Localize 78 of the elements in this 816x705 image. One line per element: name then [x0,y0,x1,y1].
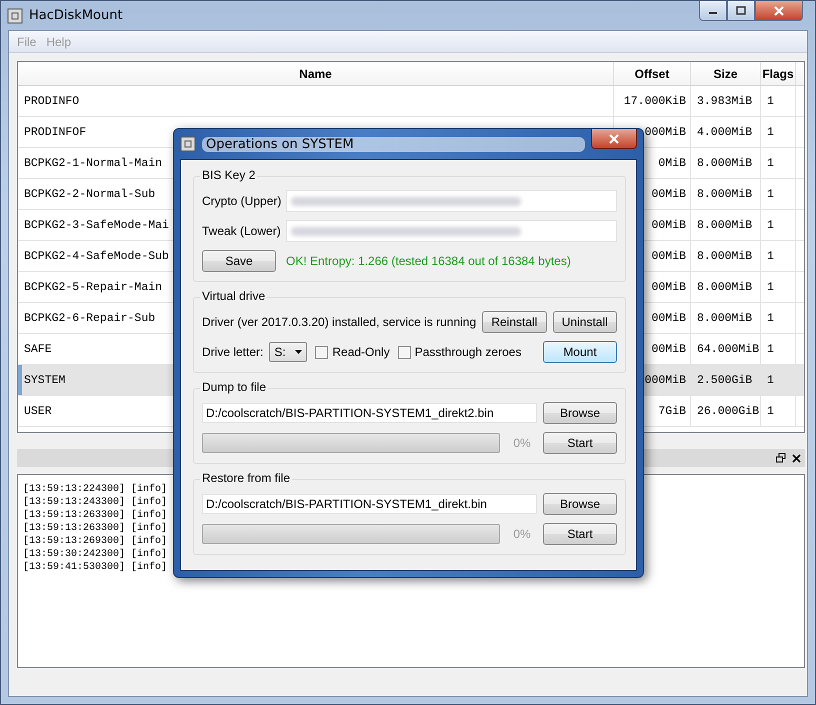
log-line: [13:59:13:269300] [info] [23,535,168,548]
path-field[interactable]: D:/coolscratch/BIS-PARTITION-SYSTEM1_direkt2.bin [202,403,537,423]
log-line: [13:59:13:263300] [info] [23,522,168,535]
table-cell: PRODINFO [18,86,614,116]
log-line: [13:59:41:530300] [info] [23,561,168,574]
close-icon[interactable] [792,454,801,462]
table-cell: 3.983MiB [691,86,761,116]
table-cell: 8.000MiB [691,210,761,240]
driver-button[interactable]: Reinstall [482,311,547,333]
driver-status: Driver (ver 2017.0.3.20) installed, service is running [202,315,476,329]
key-field[interactable] [286,190,617,212]
maximize-icon [736,6,746,15]
drive-letter-select[interactable]: S: [269,342,308,362]
table-cell: 1 [761,179,796,209]
table-cell: 1 [761,117,796,147]
log-line: [13:59:13:243300] [info] [23,496,168,509]
table-cell: 1 [761,210,796,240]
table-cell: 2.500GiB [691,365,761,395]
checkbox-label: Passthrough zeroes [414,345,522,359]
group-title: Virtual drive [200,289,268,303]
checkbox[interactable] [315,346,328,358]
table-cell: 8.000MiB [691,272,761,302]
table-cell: 1 [761,396,796,426]
maximize-button[interactable] [727,1,755,21]
field-label: Tweak (Lower) [202,224,280,238]
group-title: BIS Key 2 [200,168,258,182]
mount-button[interactable]: Mount [543,341,617,363]
table-cell: 1 [761,86,796,116]
browse-button[interactable]: Browse [543,402,617,424]
close-button[interactable] [591,129,637,149]
start-button[interactable]: Start [543,523,617,545]
column-header[interactable]: Offset [614,62,691,85]
field-label: Drive letter: [202,345,264,359]
start-button[interactable]: Start [543,432,617,454]
save-button[interactable]: Save [202,250,276,272]
table-cell: 8.000MiB [691,303,761,333]
app-icon [7,8,23,24]
table-cell: 8.000MiB [691,179,761,209]
close-icon [608,134,620,144]
driver-button[interactable]: Uninstall [552,311,617,333]
dialog-title: Operations on SYSTEM [202,136,585,152]
log-line: [13:59:13:263300] [info] [23,509,168,522]
checkbox[interactable] [398,346,411,358]
table-cell: 1 [761,334,796,364]
table-row[interactable]: PRODINFO 17.000KiB 3.983MiB 1 [18,86,804,117]
progress-percent: 0% [512,436,532,450]
group-title: Restore from file [200,471,292,485]
column-header[interactable]: Flags [761,62,796,85]
table-cell: 8.000MiB [691,241,761,271]
browse-button[interactable]: Browse [543,493,617,515]
column-header[interactable]: Name [18,62,614,85]
caret-icon [295,350,302,354]
close-button[interactable] [755,1,803,21]
window-title: HacDiskMount [29,8,124,23]
key-field[interactable] [286,220,617,242]
float-icon[interactable] [776,453,786,463]
table-cell: 26.000GiB [691,396,761,426]
progress-percent: 0% [512,527,532,541]
field-label: Crypto (Upper) [202,194,280,208]
close-icon [773,6,785,16]
log-line: [13:59:13:224300] [info] [23,483,168,496]
app-icon [180,136,196,152]
minimize-button[interactable] [699,1,727,21]
table-cell: 8.000MiB [691,148,761,178]
log-line: [13:59:30:242300] [info] [23,548,168,561]
table-cell: 1 [761,148,796,178]
entropy-status: OK! Entropy: 1.266 (tested 16384 out of 16384 bytes) [286,254,571,268]
table-cell: 1 [761,272,796,302]
table-cell: 1 [761,303,796,333]
path-field[interactable]: D:/coolscratch/BIS-PARTITION-SYSTEM1_direkt.bin [202,494,537,514]
table-cell: 17.000KiB [614,86,691,116]
table-cell: 4.000MiB [691,117,761,147]
group-title: Dump to file [200,380,268,394]
table-cell: 1 [761,365,796,395]
column-header[interactable]: Size [691,62,761,85]
table-cell: 64.000MiB [691,334,761,364]
checkbox-label: Read-Only [332,345,390,359]
table-cell: 1 [761,241,796,271]
